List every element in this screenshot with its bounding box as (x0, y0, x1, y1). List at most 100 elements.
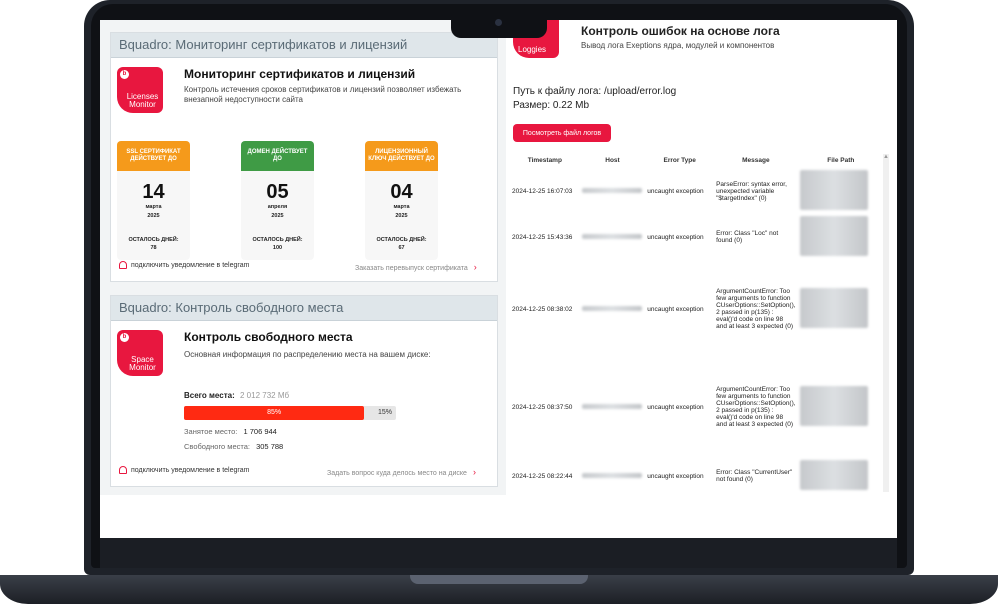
log-table-header: Timestamp Host Error Type Message File P… (510, 152, 884, 168)
used-space-value: 1 706 944 (243, 427, 277, 436)
used-space-row: Занятое место: 1 706 944 (184, 427, 277, 436)
bell-icon (119, 261, 127, 269)
cell-error-type: uncaught exception (647, 233, 704, 241)
cell-error-type: uncaught exception (647, 472, 704, 480)
free-space-row: Свободного места: 305 788 (184, 442, 283, 451)
free-space-percent: 15% (377, 409, 392, 416)
col-host: Host (605, 156, 620, 164)
cert-month: апреля (267, 204, 288, 210)
cert-day: 04 (390, 181, 413, 203)
col-file-path: File Path (827, 156, 855, 164)
logo-text: Licenses Monitor (126, 92, 159, 109)
cert-days-left-value: 67 (398, 245, 405, 251)
view-log-button[interactable]: Посмотреть файл логов (513, 124, 611, 142)
cert-days-left-label: ОСТАЛОСЬ ДНЕЙ: (376, 237, 427, 243)
chevron-right-icon: › (473, 262, 477, 272)
notify-label: подключить уведомление в telegram (131, 261, 250, 269)
ask-space-link[interactable]: Задать вопрос куда делось место на диске… (327, 467, 476, 477)
table-scrollbar[interactable] (883, 154, 889, 492)
free-space-value: 305 788 (256, 442, 284, 451)
chevron-right-icon: › (472, 467, 476, 477)
cell-message: Error: Class "Loc" not found (0) (716, 230, 779, 244)
cell-file-path-blurred (798, 260, 884, 358)
cert-days-left-value: 78 (150, 245, 157, 251)
cert-day: 14 (142, 181, 165, 203)
cell-message: ParseError: syntax error, unexpected var… (716, 180, 787, 202)
bquadro-b-icon: b (120, 70, 129, 79)
table-row: 2024-12-25 16:07:03 uncaught exception P… (510, 168, 884, 214)
cert-card-label: SSL СЕРТИФИКАТ ДЕЙСТВУЕТ ДО (117, 141, 190, 171)
licenses-monitor-logo: b Licenses Monitor (117, 67, 163, 113)
cell-timestamp: 2024-12-25 08:38:02 (512, 305, 573, 313)
col-message: Message (742, 156, 770, 164)
used-space-fill: 85% (184, 406, 365, 420)
telegram-notify-link[interactable]: подключить уведомление в telegram (119, 261, 249, 269)
cert-days-left-value: 100 (272, 245, 283, 251)
order-reissue-label: Заказать перевыпуск сертификата (355, 265, 468, 272)
col-error-type: Error Type (663, 156, 696, 164)
cell-timestamp: 2024-12-25 16:07:03 (512, 187, 573, 195)
cell-host-blurred (580, 168, 646, 214)
table-row: 2024-12-25 08:38:02 uncaught exception A… (510, 260, 884, 358)
cell-file-path-blurred (798, 214, 884, 260)
bell-icon (119, 466, 127, 474)
cell-message: ArgumentCountError: Too few arguments to… (716, 386, 796, 428)
cert-year: 2025 (147, 213, 160, 219)
domain-card: ДОМЕН ДЕЙСТВУЕТ ДО 05 апреля 2025 ОСТАЛО… (241, 141, 314, 260)
ssl-cert-card: SSL СЕРТИФИКАТ ДЕЙСТВУЕТ ДО 14 марта 202… (117, 141, 190, 260)
logo-text: Loggies (518, 45, 547, 54)
cert-day: 05 (266, 181, 289, 203)
total-space-label: Всего места: (184, 391, 235, 400)
certs-panel: Bquadro: Мониторинг сертификатов и лицен… (110, 32, 498, 282)
camera-icon (495, 19, 502, 26)
table-row: 2024-12-25 08:37:50 uncaught exception A… (510, 358, 884, 456)
table-row: 2024-12-25 08:22:44 uncaught exception E… (510, 456, 884, 496)
license-key-card: ЛИЦЕНЗИОННЫЙ КЛЮЧ ДЕЙСТВУЕТ ДО 04 марта … (365, 141, 438, 260)
left-column: Bquadro: Мониторинг сертификатов и лицен… (100, 20, 506, 495)
space-panel-header: Bquadro: Контроль свободного места (111, 296, 497, 321)
laptop-hinge (410, 575, 588, 584)
cert-days-left-label: ОСТАЛОСЬ ДНЕЙ: (128, 237, 179, 243)
space-title: Контроль свободного места (184, 330, 353, 344)
total-space-row: Всего места: 2 012 732 Мб (184, 391, 289, 400)
cell-timestamp: 2024-12-25 15:43:36 (512, 233, 573, 241)
bquadro-b-icon: b (120, 333, 129, 342)
space-usage-bar: 85% 15% (184, 406, 396, 420)
cert-card-label: ЛИЦЕНЗИОННЫЙ КЛЮЧ ДЕЙСТВУЕТ ДО (365, 141, 438, 171)
log-path: Путь к файлу лога: /upload/error.log (513, 86, 677, 97)
cell-timestamp: 2024-12-25 08:37:50 (512, 403, 573, 411)
laptop-chin (100, 538, 897, 568)
cell-file-path-blurred (798, 358, 884, 456)
cell-error-type: uncaught exception (647, 187, 704, 195)
log-size: Размер: 0.22 Mb (513, 100, 590, 111)
certs-panel-header: Bquadro: Мониторинг сертификатов и лицен… (111, 33, 497, 58)
logo-text: Space Monitor (129, 355, 156, 372)
space-description: Основная информация по распределению мес… (184, 350, 431, 359)
scroll-up-arrow-icon[interactable]: ▲ (883, 154, 889, 162)
free-space-label: Свободного места: (184, 442, 250, 451)
space-panel: Bquadro: Контроль свободного места b Spa… (110, 295, 498, 487)
notify-label: подключить уведомление в telegram (131, 466, 250, 474)
total-space-value: 2 012 732 Мб (240, 391, 290, 400)
cell-file-path-blurred (798, 168, 884, 214)
cert-month: марта (145, 204, 162, 210)
cert-year: 2025 (271, 213, 284, 219)
cert-year: 2025 (395, 213, 408, 219)
loggies-panel: b Loggies Контроль ошибок на основе лога… (506, 20, 897, 495)
cell-host-blurred (580, 260, 646, 358)
space-monitor-logo: b Space Monitor (117, 330, 163, 376)
cell-host-blurred (580, 214, 646, 260)
loggies-title: Контроль ошибок на основе лога (581, 24, 780, 38)
cell-error-type: uncaught exception (647, 305, 704, 313)
certs-title: Мониторинг сертификатов и лицензий (184, 67, 416, 81)
ask-space-label: Задать вопрос куда делось место на диске (327, 470, 467, 477)
order-reissue-link[interactable]: Заказать перевыпуск сертификата › (355, 262, 477, 272)
cell-host-blurred (580, 456, 646, 496)
loggies-subtitle: Вывод лога Exeptions ядра, модулей и ком… (581, 41, 775, 50)
table-row: 2024-12-25 15:43:36 uncaught exception E… (510, 214, 884, 260)
cell-message: ArgumentCountError: Too few arguments to… (716, 288, 796, 330)
screen: Bquadro: Мониторинг сертификатов и лицен… (100, 20, 897, 538)
cell-timestamp: 2024-12-25 08:22:44 (512, 472, 573, 480)
certs-description: Контроль истечения сроков сертификатов и… (184, 85, 462, 104)
telegram-notify-link[interactable]: подключить уведомление в telegram (119, 466, 249, 474)
